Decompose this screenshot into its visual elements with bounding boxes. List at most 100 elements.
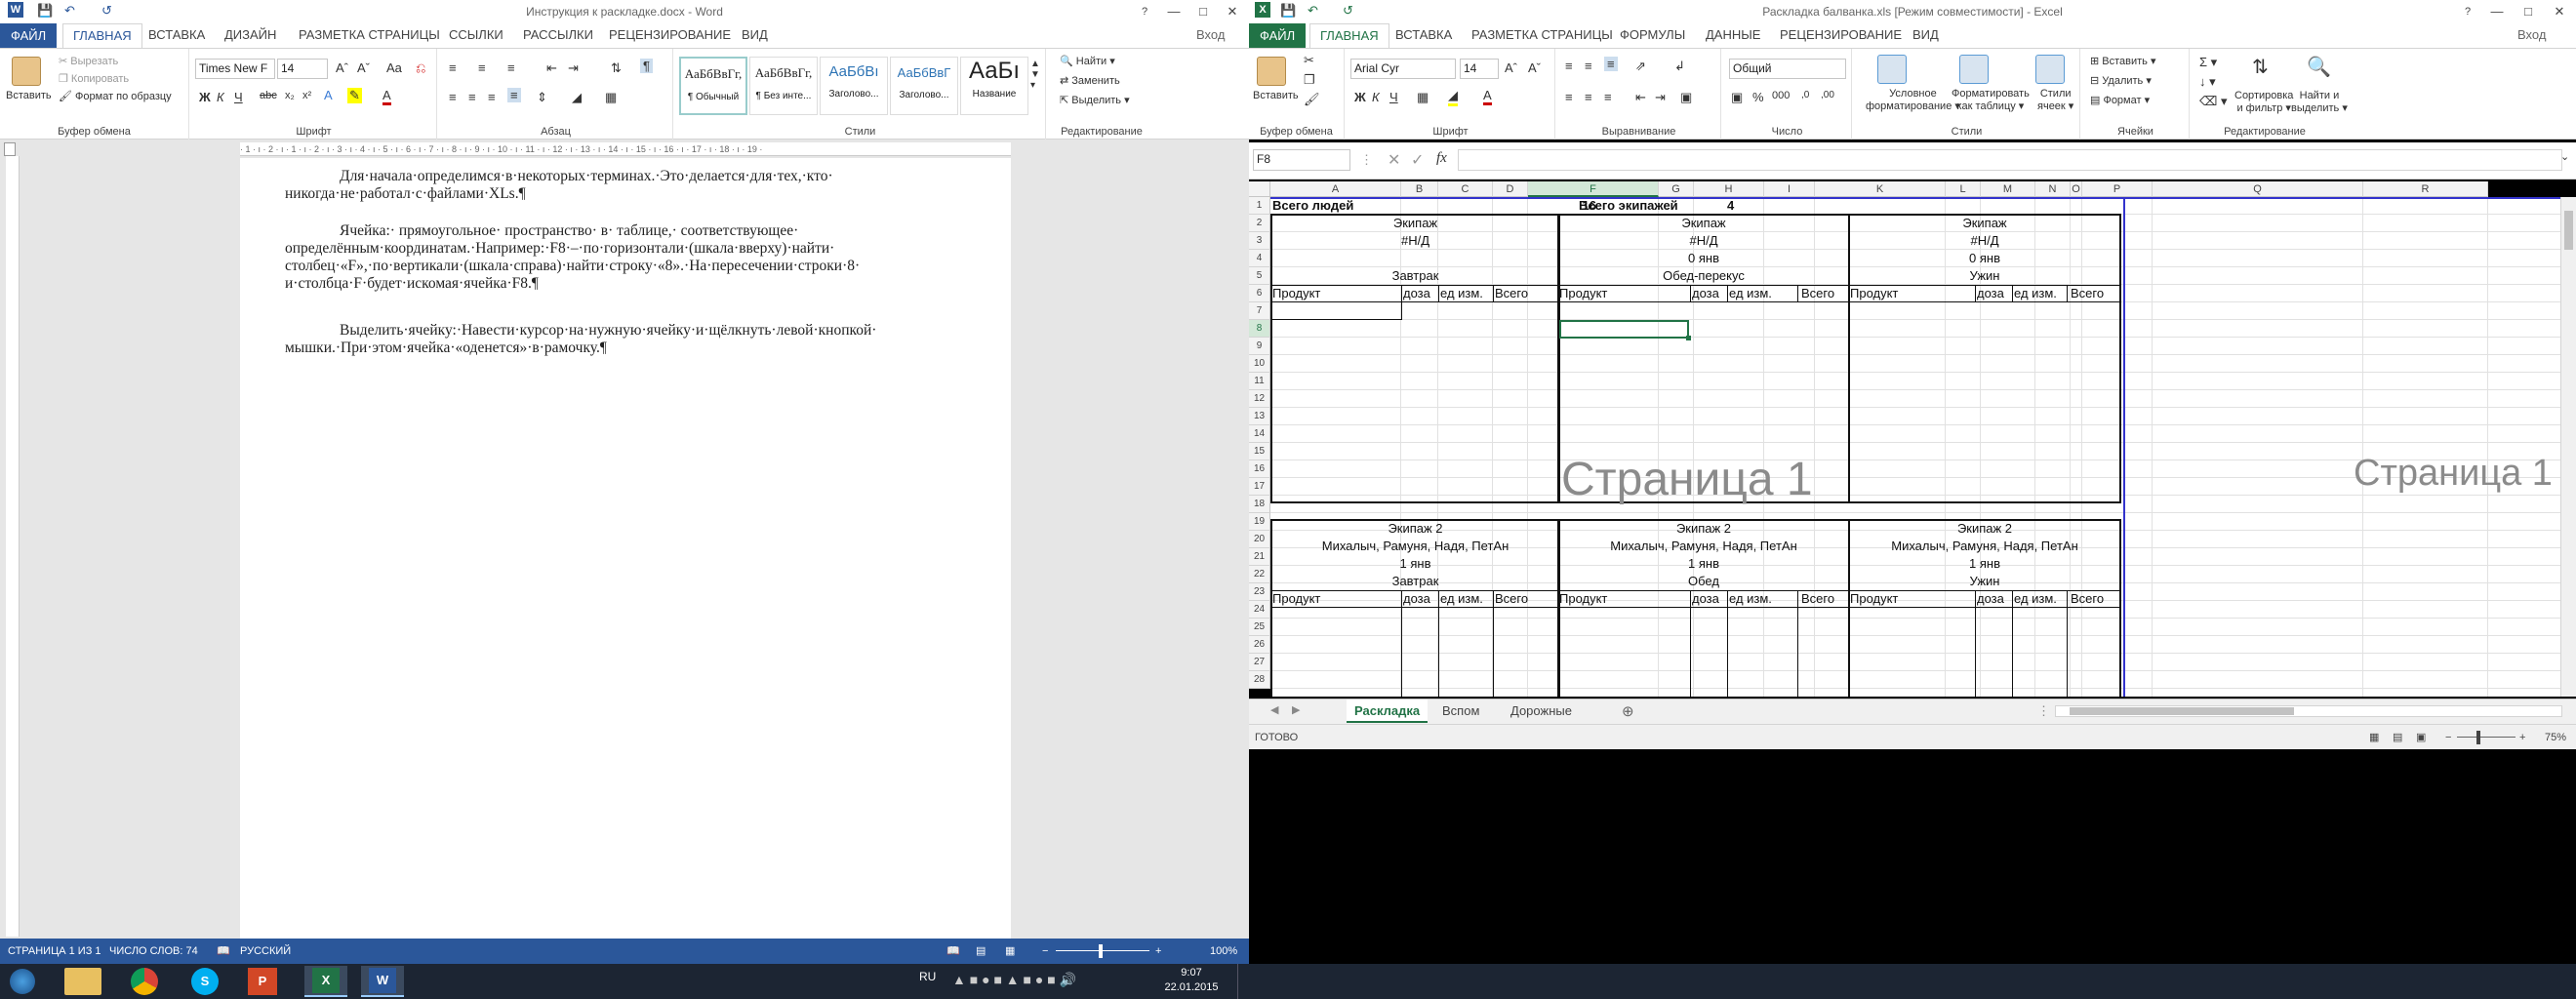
tab-selector[interactable]	[4, 142, 16, 156]
cell-unit-2[interactable]: ед изм.	[1729, 285, 1772, 302]
cell-crew2-1[interactable]: Экипаж 2	[1270, 520, 1560, 538]
tab-data[interactable]: ДАННЫЕ	[1706, 27, 1760, 42]
tab-home[interactable]: ГЛАВНАЯ	[1309, 23, 1389, 49]
column-header-G[interactable]: G	[1659, 181, 1694, 197]
cell-product2-1[interactable]: Продукт	[1272, 590, 1320, 608]
conditional-format-button[interactable]: Условное форматирование ▾	[1866, 88, 1960, 112]
insert-function-icon[interactable]: fx	[1436, 150, 1447, 167]
numbering-icon[interactable]: ≡	[478, 60, 486, 75]
cell-unit2-3[interactable]: ед изм.	[2014, 590, 2057, 608]
find-button[interactable]: 🔍 Найти ▾	[1060, 55, 1115, 67]
cell-dose-2[interactable]: доза	[1692, 285, 1719, 302]
row-header-7[interactable]: 7	[1249, 302, 1270, 320]
powerpoint-taskbar-icon[interactable]: P	[248, 968, 277, 995]
row-header-10[interactable]: 10	[1249, 355, 1270, 373]
cell-meal2-3[interactable]: Ужин	[1848, 573, 2121, 590]
cell-total2-1[interactable]: Всего	[1495, 590, 1528, 608]
justify-icon[interactable]: ≡	[507, 88, 521, 102]
cell-date1-3[interactable]: 1 янв	[1848, 555, 2121, 573]
explorer-taskbar-icon[interactable]	[64, 968, 101, 995]
clear-icon[interactable]: ⌫ ▾	[2199, 94, 2228, 109]
align-left-icon[interactable]: ≡	[1565, 90, 1573, 104]
align-right-icon[interactable]: ≡	[488, 90, 496, 104]
row-header-16[interactable]: 16	[1249, 460, 1270, 478]
restore-button[interactable]: □	[2516, 2, 2541, 21]
text-effects-icon[interactable]: A	[324, 88, 333, 102]
row-header-21[interactable]: 21	[1249, 548, 1270, 566]
comma-style-icon[interactable]: 000	[1772, 90, 1790, 101]
row-header-24[interactable]: 24	[1249, 601, 1270, 619]
multilevel-icon[interactable]: ≡	[507, 60, 515, 75]
cell-styles-button[interactable]: Стили ячеек ▾	[2037, 88, 2073, 112]
signin-link[interactable]: Вход	[2517, 27, 2546, 42]
column-header-O[interactable]: O	[2071, 181, 2082, 197]
cell-dose-3[interactable]: доза	[1977, 285, 2004, 302]
conditional-format-icon[interactable]	[1877, 55, 1907, 84]
cell-styles-icon[interactable]	[2035, 55, 2065, 84]
italic-icon[interactable]: К	[1372, 90, 1380, 104]
vertical-scrollbar[interactable]	[2560, 197, 2576, 697]
font-color-icon[interactable]: A	[1483, 88, 1492, 105]
horizontal-scroll-thumb[interactable]	[2070, 707, 2294, 715]
cell-product2-3[interactable]: Продукт	[1850, 590, 1898, 608]
line-spacing-icon[interactable]: ⇕	[537, 90, 547, 105]
cell-date-2[interactable]: 0 янв	[1557, 250, 1850, 267]
keyboard-language[interactable]: RU	[919, 970, 936, 983]
cell-dose2-2[interactable]: доза	[1692, 590, 1719, 608]
row-header-27[interactable]: 27	[1249, 654, 1270, 671]
borders-icon[interactable]: ▦	[1417, 90, 1429, 105]
excel-taskbar-button[interactable]: X	[304, 966, 347, 997]
tab-layout[interactable]: РАЗМЕТКА СТРАНИЦЫ	[1471, 27, 1613, 42]
column-header-K[interactable]: K	[1815, 181, 1946, 197]
normal-view-icon[interactable]: ▦	[2369, 725, 2379, 750]
bold-icon[interactable]: Ж	[1354, 90, 1366, 104]
orientation-icon[interactable]: ⇗	[1635, 59, 1646, 74]
delete-cells-button[interactable]: ⊟ Удалить ▾	[2090, 74, 2152, 87]
zoom-slider[interactable]	[2457, 737, 2516, 738]
column-header-R[interactable]: R	[2363, 181, 2488, 197]
copy-button[interactable]: ❐ Копировать	[59, 72, 129, 85]
align-top-icon[interactable]: ≡	[1565, 59, 1573, 73]
sheet-tab-raskladka[interactable]: Раскладка	[1347, 699, 1429, 723]
formula-options-icon[interactable]: ⋮	[1360, 152, 1373, 168]
tab-view[interactable]: ВИД	[1912, 27, 1939, 42]
web-layout-icon[interactable]: ▦	[1005, 939, 1015, 964]
name-box[interactable]: F8	[1253, 149, 1350, 171]
tray-icons[interactable]: ▲ ■ ● ■ ▲ ■ ● ■ 🔊	[952, 972, 1076, 988]
tab-design[interactable]: ДИЗАЙН	[224, 27, 276, 42]
tab-file[interactable]: ФАЙЛ	[0, 23, 58, 48]
font-name-combo[interactable]: Times New F	[195, 59, 275, 79]
zoom-level[interactable]: 100%	[1210, 939, 1237, 964]
sort-icon[interactable]: ⇅	[611, 60, 622, 76]
strikethrough-icon[interactable]: abc	[260, 90, 277, 101]
column-header-B[interactable]: B	[1401, 181, 1438, 197]
cell-crew-2[interactable]: Экипаж	[1557, 215, 1850, 232]
cell-E1[interactable]: Всего экипажей	[1579, 197, 1678, 215]
cell-na-2[interactable]: #Н/Д	[1557, 232, 1850, 250]
cell-meal-2[interactable]: Обед-перекус	[1557, 267, 1850, 285]
autosum-icon[interactable]: Σ ▾	[2199, 55, 2217, 70]
clock[interactable]: 9:07 22.01.2015	[1157, 966, 1226, 995]
increase-decimal-icon[interactable]: ,0	[1801, 90, 1809, 100]
font-name-combo[interactable]: Arial Cyr	[1350, 59, 1456, 79]
row-header-5[interactable]: 5	[1249, 267, 1270, 285]
underline-icon[interactable]: Ч	[1389, 90, 1398, 104]
split-handle-icon[interactable]: ⋮	[2037, 703, 2050, 719]
cell-unit2-1[interactable]: ед изм.	[1440, 590, 1483, 608]
cell-unit-3[interactable]: ед изм.	[2014, 285, 2057, 302]
row-header-22[interactable]: 22	[1249, 566, 1270, 583]
fill-handle[interactable]	[1686, 336, 1691, 340]
align-right-icon[interactable]: ≡	[1604, 90, 1612, 104]
shrink-font-icon[interactable]: Aˇ	[1528, 60, 1541, 75]
clear-format-icon[interactable]: ⎌	[416, 60, 425, 76]
cell-product-2[interactable]: Продукт	[1559, 285, 1607, 302]
chrome-taskbar-icon[interactable]	[131, 968, 158, 995]
tab-formulas[interactable]: ФОРМУЛЫ	[1620, 27, 1685, 42]
zoom-slider[interactable]	[1056, 950, 1149, 951]
prev-sheet-icon[interactable]: ◀	[1270, 703, 1278, 716]
align-center-icon[interactable]: ≡	[1585, 90, 1592, 104]
format-painter-icon[interactable]: 🖌	[1304, 92, 1320, 107]
help-icon[interactable]: ?	[1132, 2, 1157, 21]
show-desktop-button[interactable]	[1237, 964, 1247, 999]
cell-na-1[interactable]: #Н/Д	[1270, 232, 1560, 250]
